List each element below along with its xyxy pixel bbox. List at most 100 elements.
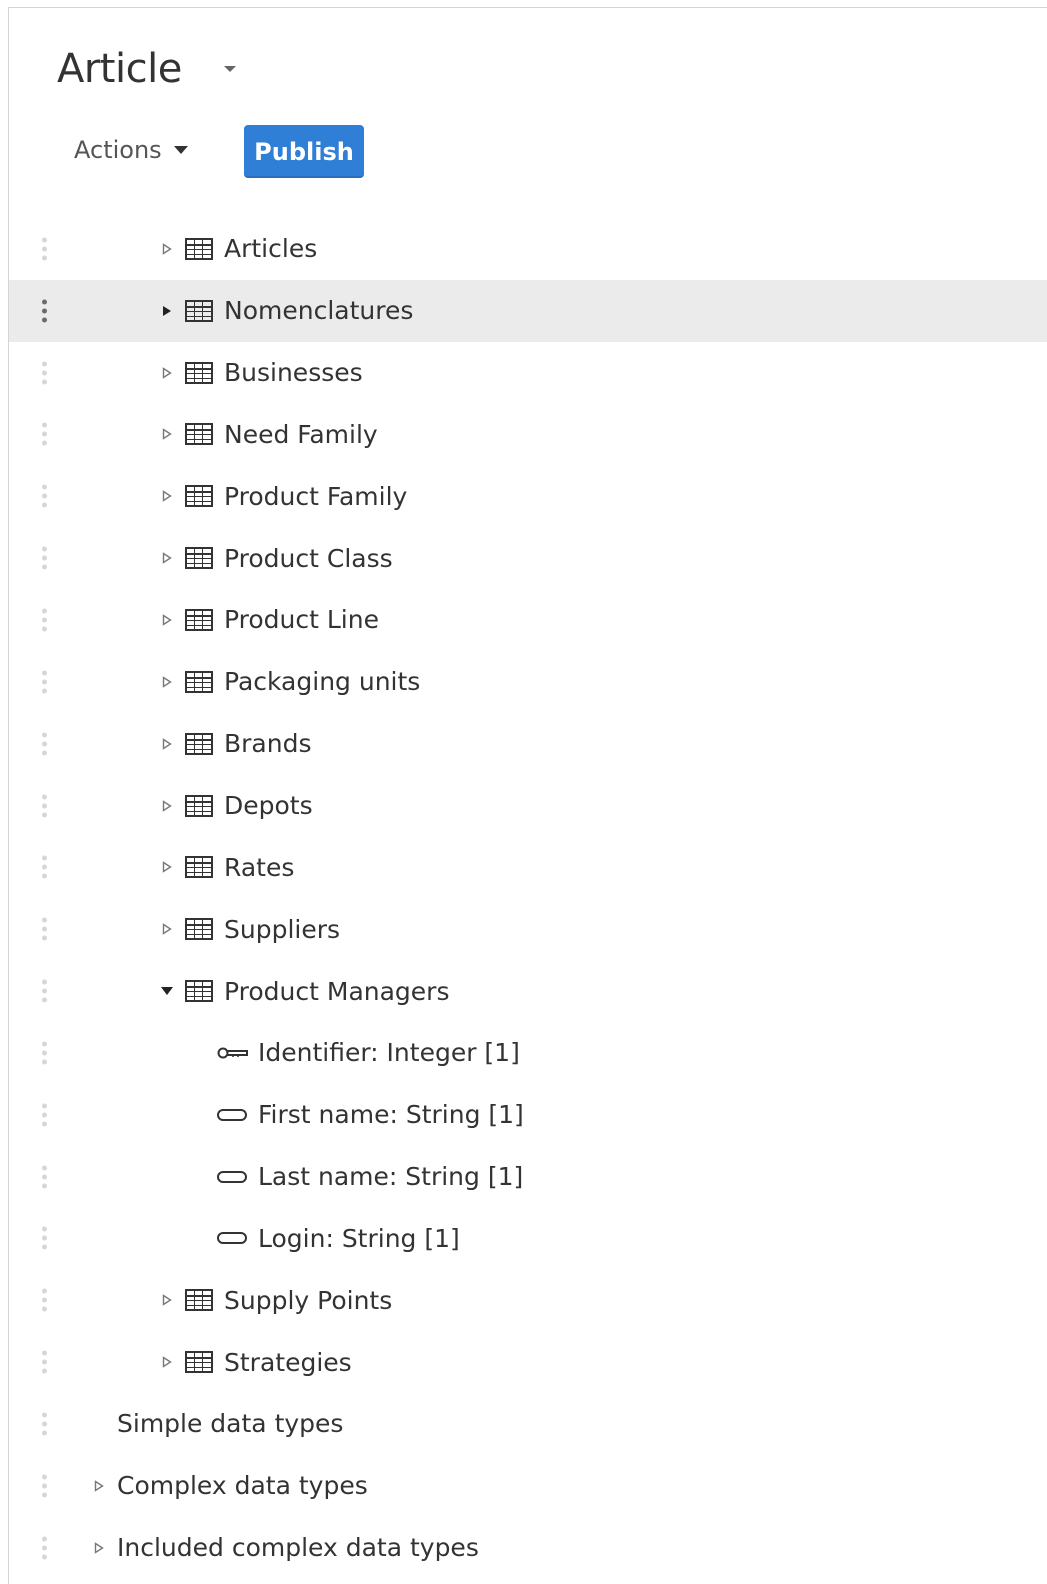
table-icon: [185, 670, 213, 693]
data-model-tree: Articles Nomenclatures Businesses Need Fami…: [9, 218, 1047, 1579]
drag-handle-icon[interactable]: [42, 732, 47, 756]
chevron-right-icon[interactable]: [161, 923, 173, 935]
tree-row-product-family[interactable]: Product Family: [9, 465, 1047, 527]
drag-handle-icon[interactable]: [42, 1041, 47, 1065]
table-icon: [185, 608, 213, 631]
table-icon: [185, 980, 213, 1003]
table-icon: [185, 1289, 213, 1312]
chevron-right-icon[interactable]: [161, 366, 173, 379]
tree-item-label: Nomenclatures: [224, 296, 414, 326]
drag-handle-icon[interactable]: [42, 794, 47, 818]
chevron-right-icon[interactable]: [161, 552, 173, 564]
drag-handle-icon[interactable]: [42, 1350, 47, 1374]
table-icon: [185, 732, 213, 755]
table-icon: [185, 423, 213, 446]
drag-handle-icon[interactable]: [42, 670, 47, 694]
chevron-right-icon[interactable]: [93, 1480, 105, 1492]
title-dropdown-icon[interactable]: [224, 66, 236, 72]
tree-row-last-name-string-1[interactable]: Last name: String [1]: [9, 1146, 1047, 1208]
drag-handle-icon[interactable]: [42, 1288, 47, 1312]
drag-handle-icon[interactable]: [42, 1165, 47, 1189]
chevron-down-icon[interactable]: [161, 985, 173, 997]
tree-item-label: Identifier: Integer [1]: [258, 1038, 520, 1068]
tree-row-depots[interactable]: Depots: [9, 775, 1047, 837]
chevron-right-icon[interactable]: [161, 428, 173, 441]
tree-row-packaging-units[interactable]: Packaging units: [9, 651, 1047, 713]
drag-handle-icon[interactable]: [42, 979, 47, 1003]
tree-row-need-family[interactable]: Need Family: [9, 404, 1047, 466]
drag-handle-icon[interactable]: [42, 608, 47, 632]
tree-item-label: Included complex data types: [117, 1533, 479, 1563]
field-icon: [217, 1170, 247, 1183]
drag-handle-icon[interactable]: [42, 422, 47, 446]
caret-down-icon: [173, 146, 188, 154]
tree-row-supply-points[interactable]: Supply Points: [9, 1269, 1047, 1331]
key-icon: [217, 1046, 249, 1060]
tree-item-label: Product Managers: [224, 976, 450, 1006]
drag-handle-icon[interactable]: [42, 855, 47, 879]
tree-item-label: Brands: [224, 729, 312, 759]
tree-item-label: Strategies: [224, 1347, 352, 1377]
actions-menu-button[interactable]: Actions: [74, 136, 188, 164]
chevron-right-icon[interactable]: [161, 305, 173, 317]
tree-row-product-managers[interactable]: Product Managers: [9, 960, 1047, 1022]
drag-handle-icon[interactable]: [42, 361, 47, 385]
tree-row-suppliers[interactable]: Suppliers: [9, 898, 1047, 960]
chevron-right-icon[interactable]: [161, 676, 173, 688]
tree-item-label: Businesses: [224, 358, 363, 388]
drag-handle-icon[interactable]: [42, 546, 47, 570]
drag-handle-icon[interactable]: [42, 1412, 47, 1436]
tree-item-label: Product Line: [224, 605, 379, 635]
chevron-right-icon[interactable]: [161, 1294, 173, 1307]
tree-row-product-class[interactable]: Product Class: [9, 527, 1047, 589]
tree-row-included-complex-data-types[interactable]: Included complex data types: [9, 1517, 1047, 1579]
tree-item-label: Complex data types: [117, 1471, 368, 1501]
tree-row-login-string-1[interactable]: Login: String [1]: [9, 1208, 1047, 1270]
drag-handle-icon[interactable]: [42, 484, 47, 508]
tree-row-strategies[interactable]: Strategies: [9, 1331, 1047, 1393]
tree-row-articles[interactable]: Articles: [9, 218, 1047, 280]
table-icon: [185, 361, 213, 384]
table-icon: [185, 856, 213, 879]
drag-handle-icon[interactable]: [42, 1226, 47, 1250]
tree-item-label: Suppliers: [224, 914, 341, 944]
tree-row-nomenclatures[interactable]: Nomenclatures: [9, 279, 1047, 342]
chevron-right-icon[interactable]: [161, 1356, 173, 1368]
table-icon: [185, 485, 213, 508]
tree-item-label: Product Class: [224, 543, 393, 573]
chevron-right-icon[interactable]: [161, 243, 173, 255]
drag-handle-icon[interactable]: [42, 299, 47, 323]
tree-row-product-line[interactable]: Product Line: [9, 589, 1047, 651]
tree-row-rates[interactable]: Rates: [9, 836, 1047, 898]
table-icon: [185, 237, 213, 260]
chevron-right-icon[interactable]: [93, 1541, 105, 1554]
tree-row-brands[interactable]: Brands: [9, 713, 1047, 775]
publish-button[interactable]: Publish: [244, 125, 364, 178]
chevron-right-icon[interactable]: [161, 737, 173, 750]
chevron-right-icon[interactable]: [161, 799, 173, 812]
drag-handle-icon[interactable]: [42, 1103, 47, 1127]
tree-row-first-name-string-1[interactable]: First name: String [1]: [9, 1084, 1047, 1146]
chevron-right-icon[interactable]: [161, 861, 173, 874]
drag-handle-icon[interactable]: [42, 917, 47, 941]
tree-row-identifier-integer-1[interactable]: Identifier: Integer [1]: [9, 1022, 1047, 1084]
actions-label: Actions: [74, 136, 162, 164]
tree-row-simple-data-types[interactable]: Simple data types: [9, 1393, 1047, 1455]
drag-handle-icon[interactable]: [42, 1536, 47, 1560]
table-icon: [185, 547, 213, 570]
tree-row-complex-data-types[interactable]: Complex data types: [9, 1455, 1047, 1517]
drag-handle-icon[interactable]: [42, 1474, 47, 1498]
table-icon: [185, 1351, 213, 1374]
tree-row-businesses[interactable]: Businesses: [9, 342, 1047, 404]
tree-item-label: First name: String [1]: [258, 1100, 524, 1130]
chevron-right-icon[interactable]: [161, 490, 173, 503]
drag-handle-icon[interactable]: [42, 237, 47, 261]
table-icon: [185, 794, 213, 817]
tree-item-label: Packaging units: [224, 667, 421, 697]
tree-item-label: Articles: [224, 234, 318, 264]
table-icon: [185, 918, 213, 941]
chevron-right-icon[interactable]: [161, 614, 173, 626]
tree-item-label: Simple data types: [117, 1409, 344, 1439]
tree-item-label: Product Family: [224, 481, 408, 511]
tree-item-label: Supply Points: [224, 1285, 393, 1315]
